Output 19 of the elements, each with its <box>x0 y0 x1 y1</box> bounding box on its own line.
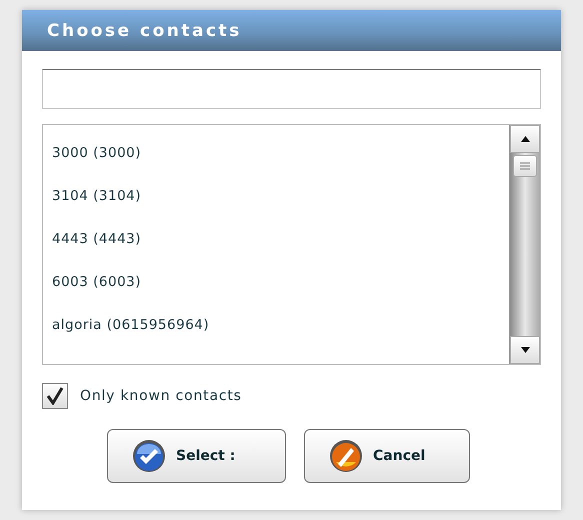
contact-item[interactable]: 3000 (3000) <box>43 131 509 174</box>
checkbox-label: Only known contacts <box>80 388 242 404</box>
up-arrow-icon <box>520 136 530 142</box>
down-arrow-icon <box>520 347 530 353</box>
scroll-up-button[interactable] <box>510 125 540 153</box>
scroll-down-button[interactable] <box>510 336 540 364</box>
contact-item[interactable]: 4443 (4443) <box>43 217 509 260</box>
grip-icon <box>520 162 530 170</box>
contact-item[interactable]: 3104 (3104) <box>43 174 509 217</box>
select-button[interactable]: Select : <box>107 429 286 483</box>
scrollbar[interactable] <box>509 125 540 364</box>
cancel-button[interactable]: Cancel <box>304 429 470 483</box>
contact-item[interactable]: algoria (0615956964) <box>43 303 509 346</box>
search-field[interactable] <box>42 69 541 109</box>
checkmark-icon <box>46 387 64 405</box>
dialog-title: Choose contacts <box>22 10 561 51</box>
contact-item[interactable]: 6003 (6003) <box>43 260 509 303</box>
checkbox[interactable] <box>42 383 68 409</box>
scroll-thumb[interactable] <box>513 155 537 177</box>
